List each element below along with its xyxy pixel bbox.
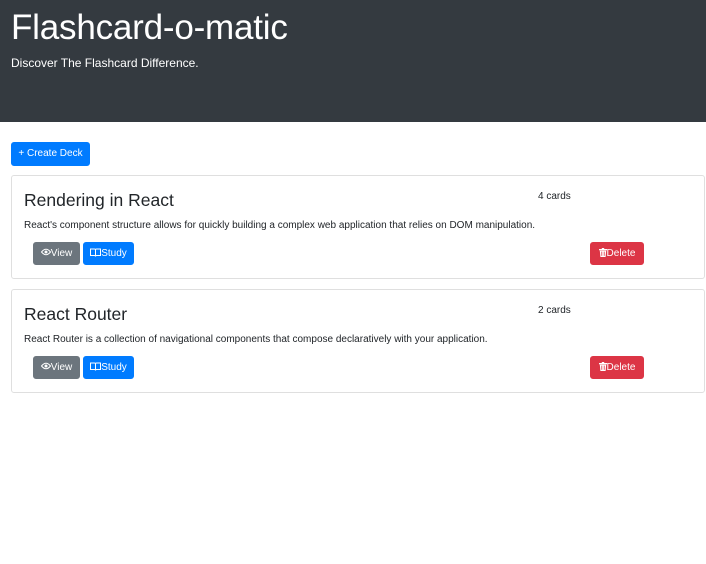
eye-icon [40, 248, 51, 256]
view-deck-button[interactable]: View [33, 242, 80, 265]
eye-icon [40, 362, 51, 370]
view-label: View [50, 248, 73, 259]
app-subtitle: Discover The Flashcard Difference. [11, 56, 199, 70]
study-label: Study [101, 362, 127, 373]
deck-title: Rendering in React [24, 190, 174, 210]
deck-card-count: 2 cards [538, 305, 571, 316]
deck-card: Rendering in React 4 cards React's compo… [11, 175, 705, 279]
study-label: Study [101, 248, 127, 259]
page-header: Flashcard-o-matic Discover The Flashcard… [0, 0, 706, 122]
deck-card-count: 4 cards [538, 191, 571, 202]
delete-label: Delete [606, 248, 636, 259]
book-icon [90, 362, 102, 371]
trash-icon [598, 361, 607, 371]
create-deck-button[interactable]: + Create Deck [11, 142, 90, 166]
book-icon [90, 248, 102, 257]
deck-description: React's component structure allows for q… [24, 220, 536, 231]
delete-label: Delete [606, 362, 636, 373]
view-deck-button[interactable]: View [33, 356, 80, 379]
deck-title: React Router [24, 304, 128, 324]
deck-card: React Router 2 cards React Router is a c… [11, 289, 705, 393]
view-label: View [50, 362, 73, 373]
delete-deck-button[interactable]: Delete [590, 356, 644, 379]
delete-deck-button[interactable]: Delete [590, 242, 644, 265]
study-deck-button[interactable]: Study [83, 242, 134, 265]
deck-description: React Router is a collection of navigati… [24, 334, 488, 345]
study-deck-button[interactable]: Study [83, 356, 134, 379]
app-title: Flashcard-o-matic [11, 8, 288, 47]
trash-icon [598, 247, 607, 257]
